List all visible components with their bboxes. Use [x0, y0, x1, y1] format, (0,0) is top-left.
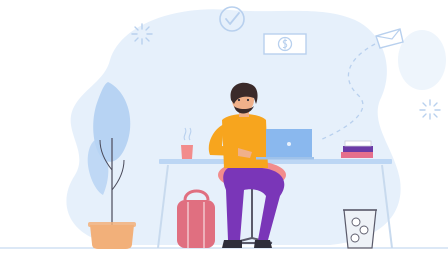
book-stack — [341, 140, 373, 158]
waste-bin — [343, 209, 377, 249]
dollar-bill-icon — [263, 33, 307, 55]
shoe-left — [222, 240, 242, 248]
background-blob-small — [398, 30, 446, 90]
sparkle-icon — [419, 99, 441, 120]
shoe-right — [254, 240, 272, 248]
plant-pot — [90, 225, 134, 249]
workspace-illustration — [0, 6, 448, 249]
paper-plane-icon — [375, 28, 404, 49]
